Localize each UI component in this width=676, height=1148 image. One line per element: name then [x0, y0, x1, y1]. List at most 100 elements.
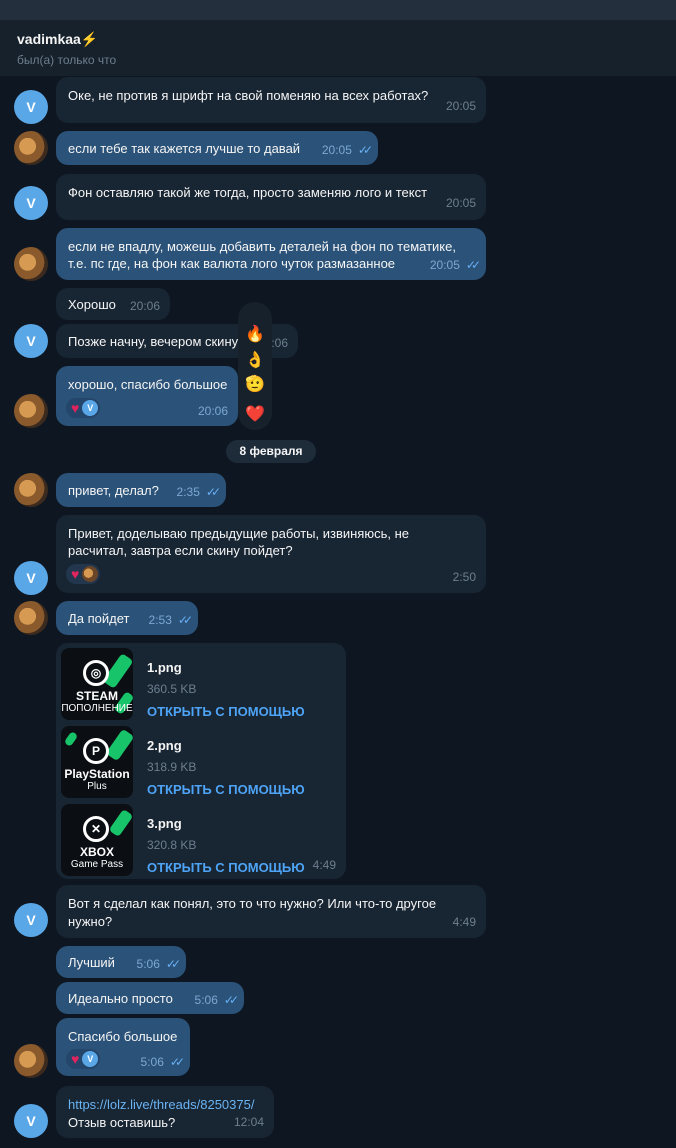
- message-bubble[interactable]: Спасибо большое ♥ V 5:06 ✓✓: [56, 1018, 190, 1076]
- message-text-line-2: нужно?: [68, 914, 113, 929]
- chat-header[interactable]: vadimkaa⚡ был(а) только что: [0, 20, 676, 76]
- message-text: если тебе так кажется лучше то давай: [68, 141, 301, 156]
- double-check-icon: ✓✓: [177, 613, 193, 627]
- message-text: Оке, не против я шрифт на свой поменяю н…: [68, 88, 429, 103]
- file-thumbnail[interactable]: P PlayStation Plus: [61, 726, 133, 798]
- message-bubble[interactable]: хорошо, спасибо большое ♥ V 20:06: [56, 366, 238, 426]
- message-text: Позже начну, вечером скину: [68, 334, 239, 349]
- open-with-link[interactable]: ОТКРЫТЬ С ПОМОЩЬЮ: [147, 780, 305, 799]
- heart-icon[interactable]: ❤️: [238, 404, 272, 424]
- window-top-strip: [0, 0, 676, 20]
- fire-icon[interactable]: 🔥: [238, 324, 272, 344]
- message-time: 20:05: [445, 99, 476, 113]
- contact-avatar[interactable]: V: [14, 1104, 48, 1138]
- reactor-avatar: [82, 566, 99, 582]
- message-text: Идеально просто: [68, 991, 173, 1006]
- message-bubble[interactable]: Привет, доделываю предыдущие работы, изв…: [56, 515, 486, 593]
- message-text: привет, делал?: [68, 483, 159, 498]
- message-bubble[interactable]: Лучший 5:06 ✓✓: [56, 946, 186, 978]
- file-name: 2.png: [147, 738, 182, 753]
- message-time: 2:53: [148, 613, 172, 627]
- message-bubble[interactable]: Идеально просто 5:06 ✓✓: [56, 982, 244, 1014]
- contact-avatar[interactable]: V: [14, 903, 48, 937]
- message-text: Спасибо большое: [68, 1029, 178, 1044]
- user-avatar[interactable]: [14, 473, 48, 507]
- ok-hand-icon[interactable]: 👌: [238, 350, 272, 370]
- reactions-row[interactable]: ♥ V: [66, 1049, 101, 1069]
- message-link[interactable]: https://lolz.live/threads/8250375/: [68, 1095, 254, 1114]
- contact-avatar[interactable]: V: [14, 90, 48, 124]
- file-attachment[interactable]: ◎ STEAM ПОПОЛНЕНИЕ 1.png 360.5 KB ОТКРЫТ…: [61, 648, 341, 722]
- open-with-link[interactable]: ОТКРЫТЬ С ПОМОЩЬЮ: [147, 702, 305, 721]
- message-time: 20:05: [429, 258, 460, 272]
- file-thumbnail[interactable]: ◎ STEAM ПОПОЛНЕНИЕ: [61, 648, 133, 720]
- file-size: 318.9 KB: [147, 760, 197, 774]
- message-bubble[interactable]: Да пойдет 2:53 ✓✓: [56, 601, 198, 635]
- salute-icon[interactable]: 🫡: [238, 374, 272, 394]
- message-text: хорошо, спасибо большое: [68, 377, 228, 392]
- contact-avatar[interactable]: V: [14, 561, 48, 595]
- message-time: 20:05: [445, 196, 476, 210]
- message-time: 2:50: [452, 570, 476, 584]
- thumbnail-subtitle: Game Pass: [70, 859, 124, 870]
- thumbnail-subtitle: Plus: [87, 781, 107, 792]
- message-bubble[interactable]: Фон оставляю такой же тогда, просто заме…: [56, 174, 486, 220]
- double-check-icon: ✓✓: [357, 143, 373, 157]
- user-avatar[interactable]: [14, 601, 48, 635]
- reaction-pill[interactable]: ♥: [66, 564, 101, 584]
- double-check-icon: ✓✓: [169, 1055, 185, 1069]
- steam-logo-icon: ◎: [83, 660, 109, 686]
- contact-avatar[interactable]: V: [14, 324, 48, 358]
- user-avatar[interactable]: [14, 131, 48, 165]
- message-bubble[interactable]: если не впадлу, можешь добавить деталей …: [56, 228, 486, 280]
- contact-name: vadimkaa⚡: [17, 31, 99, 47]
- reaction-pill[interactable]: ♥ V: [66, 1049, 101, 1069]
- xbox-logo-icon: ✕: [83, 816, 109, 842]
- open-with-link[interactable]: ОТКРЫТЬ С ПОМОЩЬЮ: [147, 858, 305, 877]
- user-avatar[interactable]: [14, 1044, 48, 1078]
- contact-avatar[interactable]: V: [14, 186, 48, 220]
- reactor-avatar: V: [82, 1051, 99, 1067]
- message-text: Фон оставляю такой же тогда, просто заме…: [68, 185, 428, 200]
- message-bubble[interactable]: Хорошо 20:06: [56, 288, 170, 320]
- message-time: 20:05: [321, 143, 352, 157]
- thumbnail-subtitle: ПОПОЛНЕНИЕ: [61, 703, 133, 714]
- message-bubble[interactable]: если тебе так кажется лучше то давай 20:…: [56, 131, 378, 165]
- double-check-icon: ✓✓: [223, 993, 239, 1007]
- message-time: 5:06: [194, 993, 218, 1007]
- file-attachment[interactable]: P PlayStation Plus 2.png 318.9 KB ОТКРЫТ…: [61, 726, 341, 800]
- file-thumbnail[interactable]: ✕ XBOX Game Pass: [61, 804, 133, 876]
- reaction-pill[interactable]: ♥ V: [66, 398, 101, 418]
- file-attachment[interactable]: ✕ XBOX Game Pass 3.png 320.8 KB ОТКРЫТЬ …: [61, 804, 341, 878]
- message-text-line-2: расчитал, завтра если скину пойдет?: [68, 543, 293, 558]
- playstation-logo-icon: P: [83, 738, 109, 764]
- double-check-icon: ✓✓: [465, 258, 481, 272]
- message-text: Лучший: [68, 955, 115, 970]
- reaction-picker[interactable]: 🔥 👌 🫡 ❤️: [238, 302, 272, 430]
- file-name: 3.png: [147, 816, 182, 831]
- user-avatar[interactable]: [14, 394, 48, 428]
- user-avatar[interactable]: [14, 247, 48, 281]
- message-time: 5:06: [140, 1055, 164, 1069]
- double-check-icon: ✓✓: [165, 957, 181, 971]
- message-bubble[interactable]: https://lolz.live/threads/8250375/ Отзыв…: [56, 1086, 274, 1138]
- message-text: Да пойдет: [68, 611, 130, 626]
- message-bubble[interactable]: привет, делал? 2:35 ✓✓: [56, 473, 226, 507]
- file-name: 1.png: [147, 660, 182, 675]
- message-bubble[interactable]: Оке, не против я шрифт на свой поменяю н…: [56, 77, 486, 123]
- message-text-line-2: т.е. пс где, на фон как валюта лого чуто…: [68, 256, 396, 271]
- message-text-line-1: Вот я сделал как понял, это то что нужно…: [68, 896, 437, 911]
- message-time: 2:35: [176, 485, 200, 499]
- heart-icon: ♥: [71, 1050, 80, 1067]
- reactions-row[interactable]: ♥ V: [66, 398, 101, 418]
- thumbnail-brand: XBOX: [79, 845, 114, 859]
- files-bubble[interactable]: ◎ STEAM ПОПОЛНЕНИЕ 1.png 360.5 KB ОТКРЫТ…: [56, 643, 346, 879]
- thumbnail-brand: PlayStation: [64, 767, 130, 781]
- message-time: 20:06: [197, 404, 228, 418]
- message-time: 4:49: [312, 858, 336, 872]
- message-bubble[interactable]: Вот я сделал как понял, это то что нужно…: [56, 885, 486, 938]
- contact-status: был(а) только что: [17, 53, 117, 67]
- heart-icon: ♥: [71, 565, 80, 582]
- reactions-row[interactable]: ♥: [66, 564, 101, 584]
- heart-icon: ♥: [71, 399, 80, 416]
